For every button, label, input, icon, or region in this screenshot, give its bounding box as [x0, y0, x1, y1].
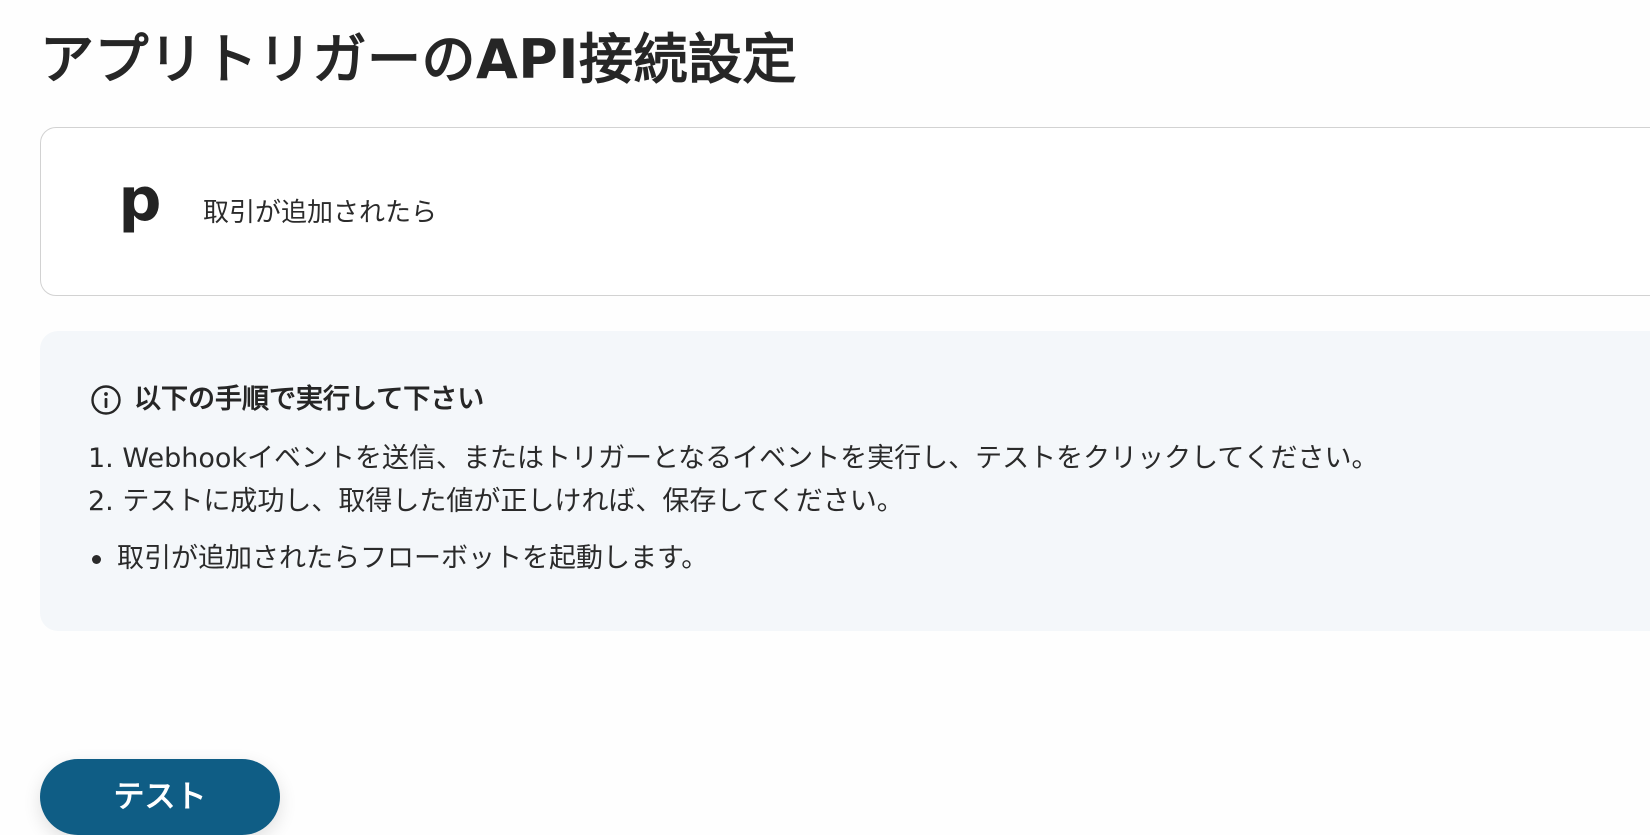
- test-button[interactable]: テスト: [40, 759, 280, 835]
- page-title: アプリトリガーのAPI接続設定: [40, 28, 797, 91]
- instructions-header: 以下の手順で実行して下さい: [90, 383, 484, 417]
- instruction-note-text: 取引が追加されたらフローボットを起動します。: [117, 543, 709, 574]
- trigger-card: p 取引が追加されたら: [40, 127, 1650, 296]
- instruction-step-1: 1. Webhookイベントを送信、またはトリガーとなるイベントを実行し、テスト…: [88, 443, 1379, 474]
- trigger-event-label: 取引が追加されたら: [203, 198, 438, 228]
- instructions-steps: 1. Webhookイベントを送信、またはトリガーとなるイベントを実行し、テスト…: [88, 437, 1379, 523]
- instruction-note: 取引が追加されたらフローボットを起動します。: [92, 539, 708, 579]
- info-circle-icon: [90, 384, 122, 416]
- instructions-panel: 以下の手順で実行して下さい 1. Webhookイベントを送信、またはトリガーと…: [40, 331, 1650, 631]
- app-logo: p: [118, 165, 162, 235]
- bullet-icon: [92, 554, 101, 564]
- instructions-title: 以下の手順で実行して下さい: [134, 384, 485, 415]
- instruction-step-2: 2. テストに成功し、取得した値が正しければ、保存してください。: [88, 486, 904, 517]
